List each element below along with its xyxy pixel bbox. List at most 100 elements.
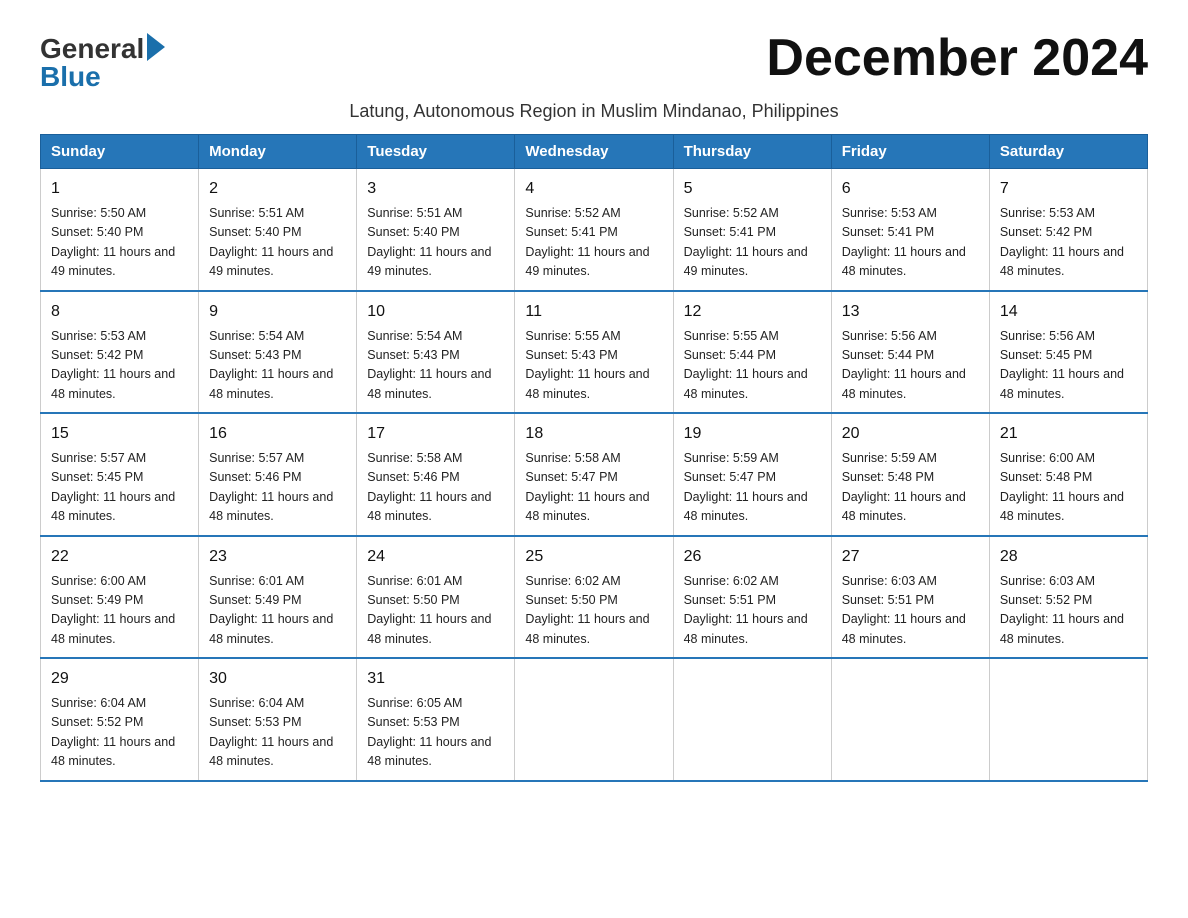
calendar-week-row: 8Sunrise: 5:53 AMSunset: 5:42 PMDaylight… xyxy=(41,291,1148,414)
day-info: Sunrise: 6:00 AMSunset: 5:48 PMDaylight:… xyxy=(1000,449,1137,527)
calendar: SundayMondayTuesdayWednesdayThursdayFrid… xyxy=(40,134,1148,782)
calendar-header-row: SundayMondayTuesdayWednesdayThursdayFrid… xyxy=(41,135,1148,169)
day-number: 12 xyxy=(684,300,821,324)
day-number: 27 xyxy=(842,545,979,569)
calendar-week-row: 1 Sunrise: 5:50 AMSunset: 5:40 PMDaylight… xyxy=(41,169,1148,291)
subtitle: Latung, Autonomous Region in Muslim Mind… xyxy=(40,101,1148,122)
day-info: Sunrise: 5:58 AMSunset: 5:46 PMDaylight:… xyxy=(367,449,504,527)
calendar-cell: 1 Sunrise: 5:50 AMSunset: 5:40 PMDaylight… xyxy=(41,169,199,291)
day-number: 17 xyxy=(367,422,504,446)
calendar-cell: 8Sunrise: 5:53 AMSunset: 5:42 PMDaylight… xyxy=(41,291,199,414)
day-number: 1 xyxy=(51,177,188,201)
logo: General Blue xyxy=(40,35,165,91)
day-number: 14 xyxy=(1000,300,1137,324)
day-info: Sunrise: 5:52 AMSunset: 5:41 PMDaylight:… xyxy=(525,204,662,282)
calendar-cell xyxy=(515,658,673,781)
day-number: 13 xyxy=(842,300,979,324)
calendar-cell: 4 Sunrise: 5:52 AMSunset: 5:41 PMDaylight… xyxy=(515,169,673,291)
day-info: Sunrise: 6:04 AMSunset: 5:53 PMDaylight:… xyxy=(209,694,346,772)
day-number: 29 xyxy=(51,667,188,691)
day-info: Sunrise: 5:50 AMSunset: 5:40 PMDaylight:… xyxy=(51,204,188,282)
day-number: 9 xyxy=(209,300,346,324)
calendar-cell: 5Sunrise: 5:52 AMSunset: 5:41 PMDaylight… xyxy=(673,169,831,291)
logo-general: General xyxy=(40,35,144,63)
calendar-header-friday: Friday xyxy=(831,135,989,169)
calendar-cell xyxy=(989,658,1147,781)
calendar-header-tuesday: Tuesday xyxy=(357,135,515,169)
calendar-cell: 14 Sunrise: 5:56 AMSunset: 5:45 PMDayligh… xyxy=(989,291,1147,414)
day-info: Sunrise: 6:03 AMSunset: 5:52 PMDaylight:… xyxy=(1000,572,1137,650)
day-info: Sunrise: 5:54 AMSunset: 5:43 PMDaylight:… xyxy=(367,327,504,405)
day-info: Sunrise: 6:01 AMSunset: 5:49 PMDaylight:… xyxy=(209,572,346,650)
day-number: 21 xyxy=(1000,422,1137,446)
day-number: 31 xyxy=(367,667,504,691)
calendar-cell: 20 Sunrise: 5:59 AMSunset: 5:48 PMDayligh… xyxy=(831,413,989,536)
day-number: 15 xyxy=(51,422,188,446)
calendar-header-monday: Monday xyxy=(199,135,357,169)
day-number: 26 xyxy=(684,545,821,569)
day-number: 28 xyxy=(1000,545,1137,569)
month-title: December 2024 xyxy=(766,30,1148,87)
day-number: 23 xyxy=(209,545,346,569)
calendar-week-row: 22Sunrise: 6:00 AMSunset: 5:49 PMDayligh… xyxy=(41,536,1148,659)
calendar-cell: 26 Sunrise: 6:02 AMSunset: 5:51 PMDayligh… xyxy=(673,536,831,659)
calendar-cell: 19 Sunrise: 5:59 AMSunset: 5:47 PMDayligh… xyxy=(673,413,831,536)
day-info: Sunrise: 5:55 AMSunset: 5:43 PMDaylight:… xyxy=(525,327,662,405)
calendar-cell: 17 Sunrise: 5:58 AMSunset: 5:46 PMDayligh… xyxy=(357,413,515,536)
calendar-body: 1 Sunrise: 5:50 AMSunset: 5:40 PMDaylight… xyxy=(41,169,1148,781)
calendar-cell: 27 Sunrise: 6:03 AMSunset: 5:51 PMDayligh… xyxy=(831,536,989,659)
day-number: 3 xyxy=(367,177,504,201)
day-number: 4 xyxy=(525,177,662,201)
day-info: Sunrise: 6:01 AMSunset: 5:50 PMDaylight:… xyxy=(367,572,504,650)
day-info: Sunrise: 5:56 AMSunset: 5:45 PMDaylight:… xyxy=(1000,327,1137,405)
calendar-cell: 21 Sunrise: 6:00 AMSunset: 5:48 PMDayligh… xyxy=(989,413,1147,536)
day-info: Sunrise: 5:51 AMSunset: 5:40 PMDaylight:… xyxy=(209,204,346,282)
day-number: 2 xyxy=(209,177,346,201)
calendar-cell: 29 Sunrise: 6:04 AMSunset: 5:52 PMDayligh… xyxy=(41,658,199,781)
day-info: Sunrise: 5:59 AMSunset: 5:47 PMDaylight:… xyxy=(684,449,821,527)
day-info: Sunrise: 5:51 AMSunset: 5:40 PMDaylight:… xyxy=(367,204,504,282)
calendar-header-thursday: Thursday xyxy=(673,135,831,169)
calendar-cell: 10 Sunrise: 5:54 AMSunset: 5:43 PMDayligh… xyxy=(357,291,515,414)
calendar-cell: 6Sunrise: 5:53 AMSunset: 5:41 PMDaylight… xyxy=(831,169,989,291)
day-info: Sunrise: 5:53 AMSunset: 5:42 PMDaylight:… xyxy=(51,327,188,405)
day-info: Sunrise: 6:02 AMSunset: 5:51 PMDaylight:… xyxy=(684,572,821,650)
calendar-cell: 2 Sunrise: 5:51 AMSunset: 5:40 PMDaylight… xyxy=(199,169,357,291)
day-number: 18 xyxy=(525,422,662,446)
day-number: 10 xyxy=(367,300,504,324)
day-info: Sunrise: 6:04 AMSunset: 5:52 PMDaylight:… xyxy=(51,694,188,772)
calendar-cell: 9Sunrise: 5:54 AMSunset: 5:43 PMDaylight… xyxy=(199,291,357,414)
calendar-cell: 11 Sunrise: 5:55 AMSunset: 5:43 PMDayligh… xyxy=(515,291,673,414)
calendar-header-sunday: Sunday xyxy=(41,135,199,169)
day-number: 22 xyxy=(51,545,188,569)
calendar-cell: 13Sunrise: 5:56 AMSunset: 5:44 PMDayligh… xyxy=(831,291,989,414)
day-number: 11 xyxy=(525,300,662,324)
day-info: Sunrise: 5:57 AMSunset: 5:45 PMDaylight:… xyxy=(51,449,188,527)
day-info: Sunrise: 6:03 AMSunset: 5:51 PMDaylight:… xyxy=(842,572,979,650)
day-info: Sunrise: 5:53 AMSunset: 5:42 PMDaylight:… xyxy=(1000,204,1137,282)
day-number: 24 xyxy=(367,545,504,569)
day-info: Sunrise: 5:57 AMSunset: 5:46 PMDaylight:… xyxy=(209,449,346,527)
day-info: Sunrise: 5:59 AMSunset: 5:48 PMDaylight:… xyxy=(842,449,979,527)
calendar-week-row: 15 Sunrise: 5:57 AMSunset: 5:45 PMDayligh… xyxy=(41,413,1148,536)
day-number: 20 xyxy=(842,422,979,446)
calendar-cell: 7Sunrise: 5:53 AMSunset: 5:42 PMDaylight… xyxy=(989,169,1147,291)
calendar-cell: 12 Sunrise: 5:55 AMSunset: 5:44 PMDayligh… xyxy=(673,291,831,414)
day-info: Sunrise: 5:53 AMSunset: 5:41 PMDaylight:… xyxy=(842,204,979,282)
calendar-week-row: 29 Sunrise: 6:04 AMSunset: 5:52 PMDayligh… xyxy=(41,658,1148,781)
calendar-cell: 24 Sunrise: 6:01 AMSunset: 5:50 PMDayligh… xyxy=(357,536,515,659)
calendar-cell: 18Sunrise: 5:58 AMSunset: 5:47 PMDayligh… xyxy=(515,413,673,536)
calendar-cell: 30 Sunrise: 6:04 AMSunset: 5:53 PMDayligh… xyxy=(199,658,357,781)
logo-blue: Blue xyxy=(40,61,101,92)
day-number: 16 xyxy=(209,422,346,446)
calendar-cell: 23 Sunrise: 6:01 AMSunset: 5:49 PMDayligh… xyxy=(199,536,357,659)
calendar-cell: 16 Sunrise: 5:57 AMSunset: 5:46 PMDayligh… xyxy=(199,413,357,536)
header: General Blue December 2024 xyxy=(40,30,1148,91)
day-info: Sunrise: 6:05 AMSunset: 5:53 PMDaylight:… xyxy=(367,694,504,772)
calendar-cell: 28 Sunrise: 6:03 AMSunset: 5:52 PMDayligh… xyxy=(989,536,1147,659)
day-info: Sunrise: 5:55 AMSunset: 5:44 PMDaylight:… xyxy=(684,327,821,405)
calendar-cell: 25Sunrise: 6:02 AMSunset: 5:50 PMDayligh… xyxy=(515,536,673,659)
day-number: 19 xyxy=(684,422,821,446)
day-number: 30 xyxy=(209,667,346,691)
calendar-cell: 31 Sunrise: 6:05 AMSunset: 5:53 PMDayligh… xyxy=(357,658,515,781)
